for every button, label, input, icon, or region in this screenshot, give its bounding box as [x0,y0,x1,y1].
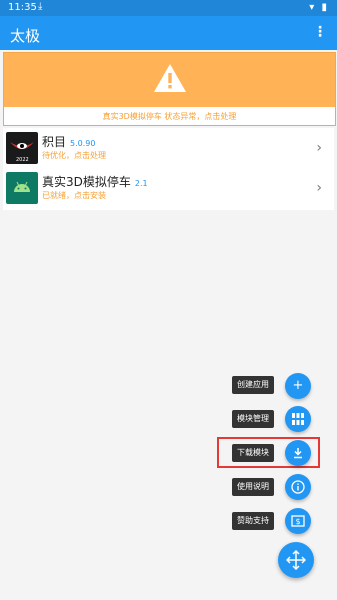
module-item-parking[interactable]: 真实3D模拟停车 2.1 已就绪，点击安装 › [3,168,334,210]
status-bar: 11:35 ⤓ ▾ ▮ [0,0,337,16]
warning-banner [4,53,335,107]
dollar-icon[interactable]: $ [285,508,311,534]
module-version: 2.1 [134,179,148,188]
app-title: 太极 [10,27,41,45]
download-icon[interactable] [285,440,311,466]
module-item-jimu[interactable]: 2022 积目 5.0.90 待优化，点击处理 › [3,128,334,170]
status-time: 11:35 [8,2,37,13]
module-status: 已就绪，点击安装 [42,191,106,200]
warning-card[interactable]: 真实3D模拟停车 状态异常，点击处理 [3,52,336,126]
app-bar: 太极 ⋮ [0,16,337,50]
chevron-right-icon: › [316,180,322,196]
overflow-menu-icon[interactable]: ⋮ [313,24,327,40]
battery-icon: ▮ [321,2,329,13]
download-notification-icon: ⤓ [38,1,43,12]
warning-triangle-icon [154,64,186,92]
info-icon[interactable] [285,474,311,500]
plus-icon[interactable]: + [285,373,311,399]
android-app-icon [6,172,38,204]
module-name: 真实3D模拟停车 2.1 [42,175,148,189]
move-arrows-icon[interactable] [278,542,314,578]
status-icons: ▾ ▮ [309,2,329,13]
chevron-right-icon: › [316,140,322,156]
fab-label-download-module[interactable]: 下载模块 [232,444,274,462]
warning-message: 真实3D模拟停车 状态异常，点击处理 [102,112,237,121]
fab-label-sponsor[interactable]: 赞助支持 [232,512,274,530]
wifi-icon: ▾ [309,2,317,13]
jimu-icon-label: 2022 [16,157,29,163]
fab-label-create-app[interactable]: 创建应用 [232,376,274,394]
module-version: 5.0.90 [70,139,96,148]
fab-label-module-manage[interactable]: 模块管理 [232,410,274,428]
module-status: 待优化，点击处理 [42,151,106,160]
jimu-app-icon: 2022 [6,132,38,164]
svg-text:$: $ [296,517,301,526]
fab-label-instructions[interactable]: 使用说明 [232,478,274,496]
module-name: 积目 5.0.90 [42,135,96,149]
grid-icon[interactable] [285,406,311,432]
